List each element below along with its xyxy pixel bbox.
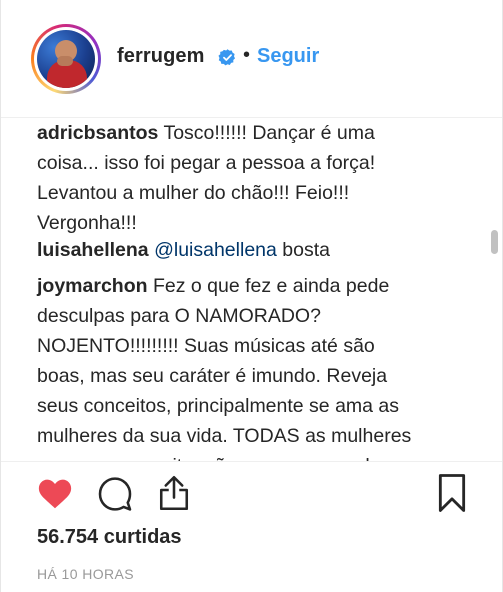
- share-icon[interactable]: [156, 474, 192, 512]
- comment-item: luisahellena @luisahellena bosta: [37, 235, 457, 265]
- divider: [1, 461, 502, 462]
- comment-item: joymarchon Fez o que fez e ainda pede de…: [37, 271, 457, 461]
- scrollbar-thumb[interactable]: [491, 230, 498, 254]
- separator-dot: •: [243, 44, 251, 66]
- comment-text: mulheres da sua vida. TODAS as mulheres: [37, 425, 412, 447]
- comment-username[interactable]: luisahellena: [37, 239, 149, 261]
- comment-text: Vergonha!!!: [37, 212, 137, 234]
- comment-text: Fez o que fez e ainda pede: [152, 275, 390, 297]
- likes-count[interactable]: 56.754 curtidas: [37, 526, 182, 549]
- comment-username[interactable]: joymarchon: [37, 275, 148, 297]
- comment-text: boas, mas seu caráter é imundo. Reveja: [37, 365, 388, 387]
- comment-item: adricbsantos Tosco!!!!!! Dançar é uma co…: [37, 118, 457, 238]
- heart-icon[interactable]: [37, 478, 73, 510]
- comment-icon[interactable]: [97, 476, 133, 512]
- comment-text: Tosco!!!!!! Dançar é uma: [163, 122, 375, 144]
- follow-button[interactable]: Seguir: [257, 45, 319, 68]
- avatar[interactable]: [31, 24, 101, 94]
- post-frame: ferrugem • Seguir adricbsantos Tosco!!!!…: [0, 0, 503, 592]
- post-header: ferrugem • Seguir: [1, 0, 502, 118]
- profile-photo: [37, 30, 95, 88]
- comment-text: Levantou a mulher do chão!!! Feio!!!: [37, 182, 350, 204]
- comment-text: desculpas para O NAMORADO?: [37, 305, 321, 327]
- comments-list[interactable]: adricbsantos Tosco!!!!!! Dançar é uma co…: [1, 118, 486, 461]
- comment-text: bosta: [282, 239, 330, 261]
- verified-badge-icon: [218, 49, 236, 66]
- comment-mention[interactable]: @luisahellena: [154, 239, 277, 261]
- comment-text: seus conceitos, principalmente se ama as: [37, 395, 400, 417]
- bookmark-icon[interactable]: [437, 473, 467, 513]
- comment-text: NOJENTO!!!!!!!!! Suas músicas até são: [37, 335, 375, 357]
- comment-username[interactable]: adricbsantos: [37, 122, 158, 144]
- comment-text: coisa... isso foi pegar a pessoa a força…: [37, 152, 376, 174]
- post-timestamp: HÁ 10 HORAS: [37, 566, 134, 582]
- comment-text: merecem respeito, não somos um pedaço: [37, 451, 457, 461]
- username[interactable]: ferrugem: [117, 45, 205, 68]
